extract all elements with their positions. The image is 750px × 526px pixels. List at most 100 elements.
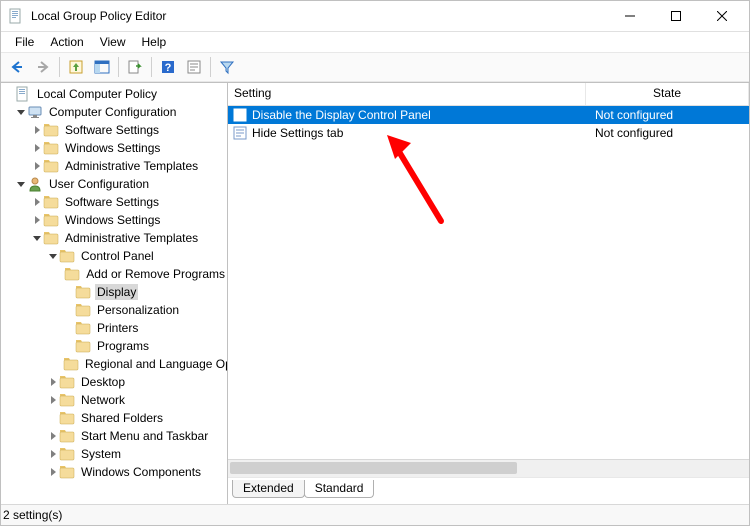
tree-computer-config[interactable]: Computer Configuration [1,103,227,121]
tree-label: Display [95,284,138,300]
maximize-button[interactable] [653,1,699,31]
tree-cc-windows[interactable]: Windows Settings [1,139,227,157]
show-hide-tree-button[interactable] [90,55,114,79]
menu-view[interactable]: View [92,33,134,51]
tree-user-config[interactable]: User Configuration [1,175,227,193]
folder-icon [43,122,59,138]
export-button[interactable] [123,55,147,79]
tree-label: Control Panel [79,248,156,264]
view-tabs: Extended Standard [228,477,749,504]
folder-icon [59,428,75,444]
folder-icon [43,230,59,246]
forward-button[interactable] [31,55,55,79]
tree-label: Desktop [79,374,127,390]
settings-list[interactable]: Disable the Display Control PanelNot con… [228,106,749,459]
tree-uc-windows[interactable]: Windows Settings [1,211,227,229]
tree-label: User Configuration [47,176,151,192]
content-area: Local Computer Policy Computer Configura… [1,82,749,504]
tree-label: Software Settings [63,194,161,210]
column-state[interactable]: State [586,83,749,105]
expand-icon[interactable] [47,432,59,440]
tree-cp-programs[interactable]: Programs [1,337,227,355]
expand-icon[interactable] [47,254,59,259]
tree-cp-regional[interactable]: Regional and Language Options [1,355,227,373]
tree-windows-components[interactable]: Windows Components [1,463,227,481]
tree-cc-admin[interactable]: Administrative Templates [1,157,227,175]
tab-standard[interactable]: Standard [304,480,375,498]
expand-icon[interactable] [47,396,59,404]
tree-uc-software[interactable]: Software Settings [1,193,227,211]
tree-system[interactable]: System [1,445,227,463]
expand-icon[interactable] [15,182,27,187]
folder-icon [59,248,75,264]
expand-icon[interactable] [31,126,43,134]
setting-state: Not configured [587,126,749,140]
up-button[interactable] [64,55,88,79]
user-icon [27,176,43,192]
setting-name: Hide Settings tab [252,126,343,140]
tree-label: Windows Settings [63,212,162,228]
expand-icon[interactable] [47,468,59,476]
tree-cp-printers[interactable]: Printers [1,319,227,337]
menu-help[interactable]: Help [134,33,175,51]
minimize-button[interactable] [607,1,653,31]
expand-icon[interactable] [47,450,59,458]
toolbar: ? [1,52,749,82]
tree-label: Computer Configuration [47,104,178,120]
tree-label: Windows Components [79,464,203,480]
app-icon [9,8,25,24]
folder-icon [75,320,91,336]
tree-label: Administrative Templates [63,230,200,246]
tree-label: Network [79,392,127,408]
setting-icon [232,107,248,123]
horizontal-scrollbar[interactable] [228,459,749,477]
tree-label: Start Menu and Taskbar [79,428,210,444]
tree-control-panel[interactable]: Control Panel [1,247,227,265]
list-row[interactable]: Disable the Display Control PanelNot con… [228,106,749,124]
expand-icon[interactable] [31,144,43,152]
folder-icon [75,284,91,300]
menu-file[interactable]: File [7,33,42,51]
help-button[interactable]: ? [156,55,180,79]
tree-shared-folders[interactable]: Shared Folders [1,409,227,427]
toolbar-separator [59,57,60,77]
tree-uc-admin[interactable]: Administrative Templates [1,229,227,247]
tab-extended[interactable]: Extended [232,480,305,498]
tree-cp-display[interactable]: Display [1,283,227,301]
tree-label: Add or Remove Programs [84,266,227,282]
window-title: Local Group Policy Editor [31,9,166,23]
properties-button[interactable] [182,55,206,79]
filter-button[interactable] [215,55,239,79]
expand-icon[interactable] [15,110,27,115]
folder-icon [59,374,75,390]
expand-icon[interactable] [47,378,59,386]
expand-icon[interactable] [31,162,43,170]
statusbar: 2 setting(s) [1,504,749,525]
tree-root[interactable]: Local Computer Policy [1,85,227,103]
status-text: 2 setting(s) [3,508,62,522]
folder-icon [43,194,59,210]
tree-label: Shared Folders [79,410,165,426]
expand-icon[interactable] [31,198,43,206]
expand-icon[interactable] [31,216,43,224]
close-button[interactable] [699,1,745,31]
menu-action[interactable]: Action [42,33,91,51]
tree-cp-personalization[interactable]: Personalization [1,301,227,319]
list-row[interactable]: Hide Settings tab Not configured [228,124,749,142]
toolbar-separator [210,57,211,77]
tree-cc-software[interactable]: Software Settings [1,121,227,139]
column-setting[interactable]: Setting [228,83,586,105]
back-button[interactable] [5,55,29,79]
tree-label: Administrative Templates [63,158,200,174]
tree-desktop[interactable]: Desktop [1,373,227,391]
policy-tree[interactable]: Local Computer Policy Computer Configura… [1,83,227,504]
folder-icon [59,410,75,426]
expand-icon[interactable] [31,236,43,241]
menubar: File Action View Help [1,32,749,52]
list-header: Setting State [228,83,749,106]
scrollbar-thumb[interactable] [230,462,517,474]
tree-network[interactable]: Network [1,391,227,409]
tree-start-menu[interactable]: Start Menu and Taskbar [1,427,227,445]
tree-label: Software Settings [63,122,161,138]
tree-cp-add-remove[interactable]: Add or Remove Programs [1,265,227,283]
